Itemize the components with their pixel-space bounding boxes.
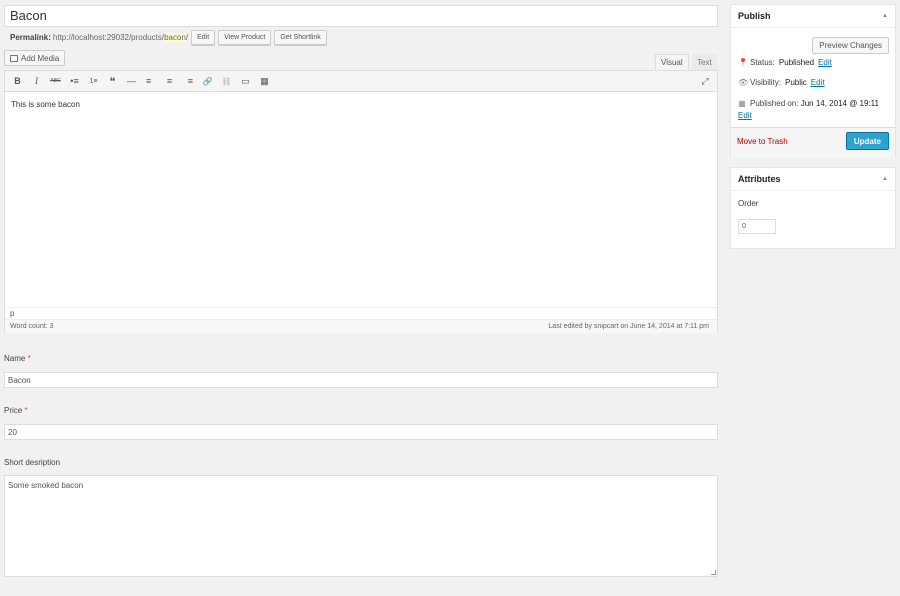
publish-box-header[interactable]: Publish ▲ — [731, 5, 895, 28]
price-label: Price * — [4, 406, 28, 415]
short-description-value: Some smoked bacon — [8, 481, 84, 490]
edit-status-link[interactable]: Edit — [818, 58, 832, 67]
attributes-box: Attributes ▲ Order 0 — [730, 167, 896, 249]
edit-permalink-button[interactable]: Edit — [191, 29, 216, 45]
tab-text[interactable]: Text — [692, 54, 717, 70]
horizontal-rule-icon[interactable]: — — [122, 73, 141, 89]
required-marker: * — [24, 406, 28, 415]
tab-visual[interactable]: Visual — [655, 54, 689, 70]
resize-handle-icon[interactable] — [711, 570, 716, 575]
visibility-value: Public — [784, 78, 807, 87]
price-field[interactable]: 20 — [4, 424, 718, 440]
name-label-text: Name — [4, 354, 26, 363]
edit-date-link[interactable]: Edit — [738, 111, 752, 120]
publish-box: Publish ▲ Preview Changes 📍 Status: Publ… — [730, 4, 896, 158]
add-media-button[interactable]: Add Media — [4, 50, 66, 66]
publish-actions: Move to Trash Update — [731, 127, 895, 158]
permalink-label: Permalink: — [10, 32, 51, 42]
update-button[interactable]: Update — [845, 132, 889, 150]
short-description-label: Short desription — [4, 458, 61, 467]
visibility-row: 👁 Visibility: Public Edit — [738, 78, 825, 87]
align-center-icon[interactable]: ≡ — [160, 73, 179, 89]
short-description-field[interactable]: Some smoked bacon — [4, 475, 718, 577]
read-more-icon[interactable]: ▭ — [236, 73, 255, 89]
calendar-icon: ▦ — [738, 99, 746, 108]
editor-path: p — [5, 307, 717, 319]
numbered-list-icon[interactable]: 1≡ — [84, 73, 103, 89]
move-to-trash-link[interactable]: Move to Trash — [737, 137, 788, 146]
status-row: 📍 Status: Published Edit — [738, 58, 832, 67]
permalink-base-url[interactable]: http://localhost:29032/products/ — [53, 33, 164, 42]
unlink-icon[interactable]: ⛓ — [217, 73, 236, 89]
media-icon — [10, 54, 18, 62]
editor-toolbar: B I ABC •≡ 1≡ ❝ — ≡ ≡ ≡ 🔗 ⛓ ▭ ▦ ⤢ — [5, 71, 717, 92]
last-edited: Last edited by snipcart on June 14, 2014… — [548, 323, 709, 330]
order-input[interactable]: 0 — [738, 219, 776, 234]
bullet-list-icon[interactable]: •≡ — [65, 73, 84, 89]
price-label-text: Price — [4, 406, 23, 415]
pin-icon: 📍 — [738, 58, 748, 67]
editor-content[interactable]: This is some bacon — [11, 100, 80, 109]
edit-visibility-link[interactable]: Edit — [811, 78, 825, 87]
italic-icon[interactable]: I — [27, 73, 46, 89]
eye-icon: 👁 — [738, 78, 749, 87]
triangle-up-icon[interactable]: ▲ — [882, 176, 888, 182]
permalink-slug[interactable]: bacon — [164, 32, 186, 42]
bold-icon[interactable]: B — [8, 73, 27, 89]
name-field[interactable]: Bacon — [4, 372, 718, 388]
published-on-row: ▦ Published on: Jun 14, 2014 @ 19:11 Edi… — [738, 98, 890, 122]
kitchen-sink-icon[interactable]: ▦ — [255, 73, 274, 89]
publish-box-title: Publish — [738, 11, 771, 21]
published-label: Published on: — [750, 99, 799, 108]
add-media-label: Add Media — [21, 53, 60, 63]
required-marker: * — [27, 354, 31, 363]
preview-changes-button[interactable]: Preview Changes — [812, 37, 889, 54]
link-icon[interactable]: 🔗 — [198, 73, 217, 89]
post-title-input[interactable]: Bacon — [4, 5, 718, 27]
visibility-label: Visibility: — [750, 78, 781, 87]
content-editor: B I ABC •≡ 1≡ ❝ — ≡ ≡ ≡ 🔗 ⛓ ▭ ▦ ⤢ This i… — [4, 70, 718, 333]
view-product-button[interactable]: View Product — [218, 29, 272, 45]
get-shortlink-button[interactable]: Get Shortlink — [274, 29, 327, 45]
status-value: Published — [778, 58, 815, 67]
word-count: Word count: 3 — [10, 323, 54, 330]
attributes-box-title: Attributes — [738, 174, 781, 184]
attributes-box-header[interactable]: Attributes ▲ — [731, 168, 895, 191]
published-value: Jun 14, 2014 @ 19:11 — [800, 99, 879, 108]
fullscreen-icon[interactable]: ⤢ — [698, 74, 712, 88]
editor-status-bar: Word count: 3 Last edited by snipcart on… — [5, 319, 717, 333]
align-left-icon[interactable]: ≡ — [141, 73, 160, 89]
blockquote-icon[interactable]: ❝ — [103, 73, 122, 89]
triangle-up-icon[interactable]: ▲ — [882, 13, 888, 19]
name-label: Name * — [4, 354, 31, 363]
align-right-icon[interactable]: ≡ — [179, 73, 198, 89]
order-label: Order — [738, 199, 759, 208]
permalink-trailing: / — [185, 32, 189, 42]
permalink-row: Permalink: http://localhost:29032/produc… — [10, 29, 327, 45]
status-label: Status: — [750, 58, 775, 67]
strikethrough-icon[interactable]: ABC — [46, 73, 65, 89]
